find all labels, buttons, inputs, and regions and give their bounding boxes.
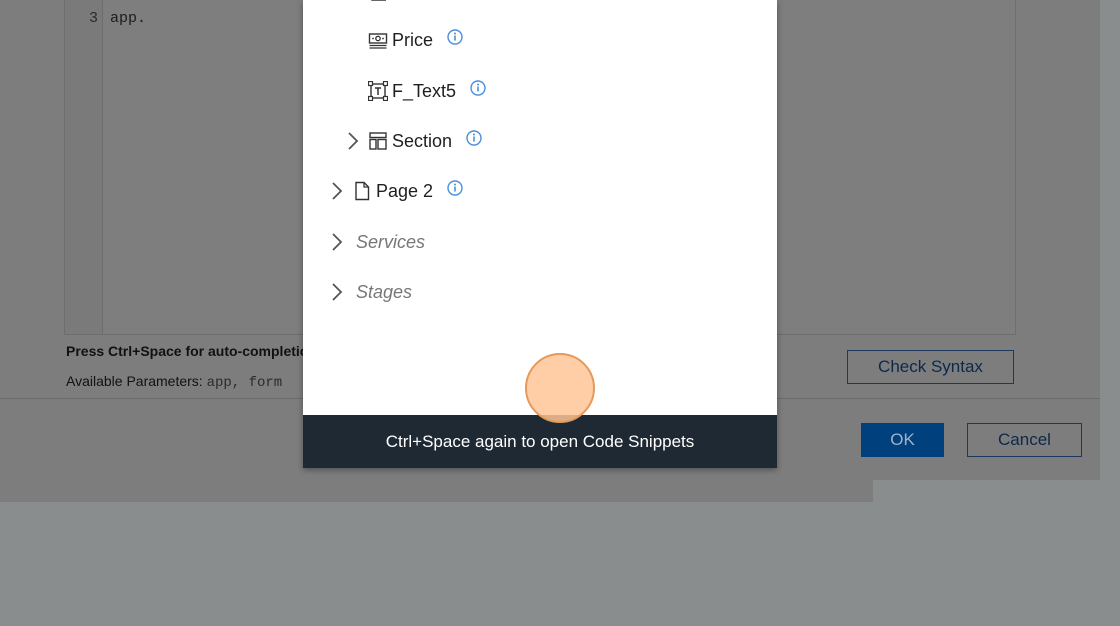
info-icon[interactable] xyxy=(466,130,482,146)
info-icon[interactable] xyxy=(447,29,463,45)
tree-item-section[interactable]: Section xyxy=(344,126,482,156)
tree-item-label: Section xyxy=(392,130,453,151)
page-icon xyxy=(355,181,370,201)
tree-item-label: Page 2 xyxy=(376,180,434,201)
tree-item-label: Stages xyxy=(356,281,413,302)
info-icon[interactable] xyxy=(470,80,486,96)
tree-item-price[interactable]: Price xyxy=(368,25,463,55)
available-parameters: Available Parameters: app, form xyxy=(66,373,282,391)
snippets-hint-footer: Ctrl+Space again to open Code Snippets xyxy=(303,415,777,468)
code-line[interactable]: app. xyxy=(110,10,146,27)
line-gutter: 3 xyxy=(65,0,103,334)
chevron-right-icon[interactable] xyxy=(328,230,346,254)
currency-field-icon xyxy=(368,33,388,49)
tree-item-label: Price xyxy=(392,29,434,50)
lower-panel xyxy=(0,480,873,502)
tree-item-f-text5[interactable]: F_Text5 xyxy=(368,76,486,106)
info-icon[interactable] xyxy=(447,180,463,196)
tree-item-stages[interactable]: Stages xyxy=(328,277,412,307)
params-values: app, form xyxy=(206,375,283,391)
tree-item-label: F_Text5 xyxy=(392,80,457,101)
line-number: 3 xyxy=(88,10,98,27)
ok-button[interactable]: OK xyxy=(861,423,944,457)
params-label: Available Parameters: xyxy=(66,373,203,389)
chevron-right-icon[interactable] xyxy=(344,129,362,153)
section-icon xyxy=(369,132,387,150)
chevron-right-icon[interactable] xyxy=(328,179,346,203)
text-field-icon xyxy=(368,81,388,101)
field-icon xyxy=(371,0,386,1)
chevron-right-icon[interactable] xyxy=(328,280,346,304)
click-indicator xyxy=(525,353,595,423)
cancel-button[interactable]: Cancel xyxy=(967,423,1082,457)
tree-item-services[interactable]: Services xyxy=(328,227,425,257)
check-syntax-button[interactable]: Check Syntax xyxy=(847,350,1014,384)
tree-item-page-2[interactable]: Page 2 xyxy=(328,176,463,206)
autocomplete-hint: Press Ctrl+Space for auto-completion xyxy=(66,343,317,359)
tree-item-label: Services xyxy=(356,231,426,252)
